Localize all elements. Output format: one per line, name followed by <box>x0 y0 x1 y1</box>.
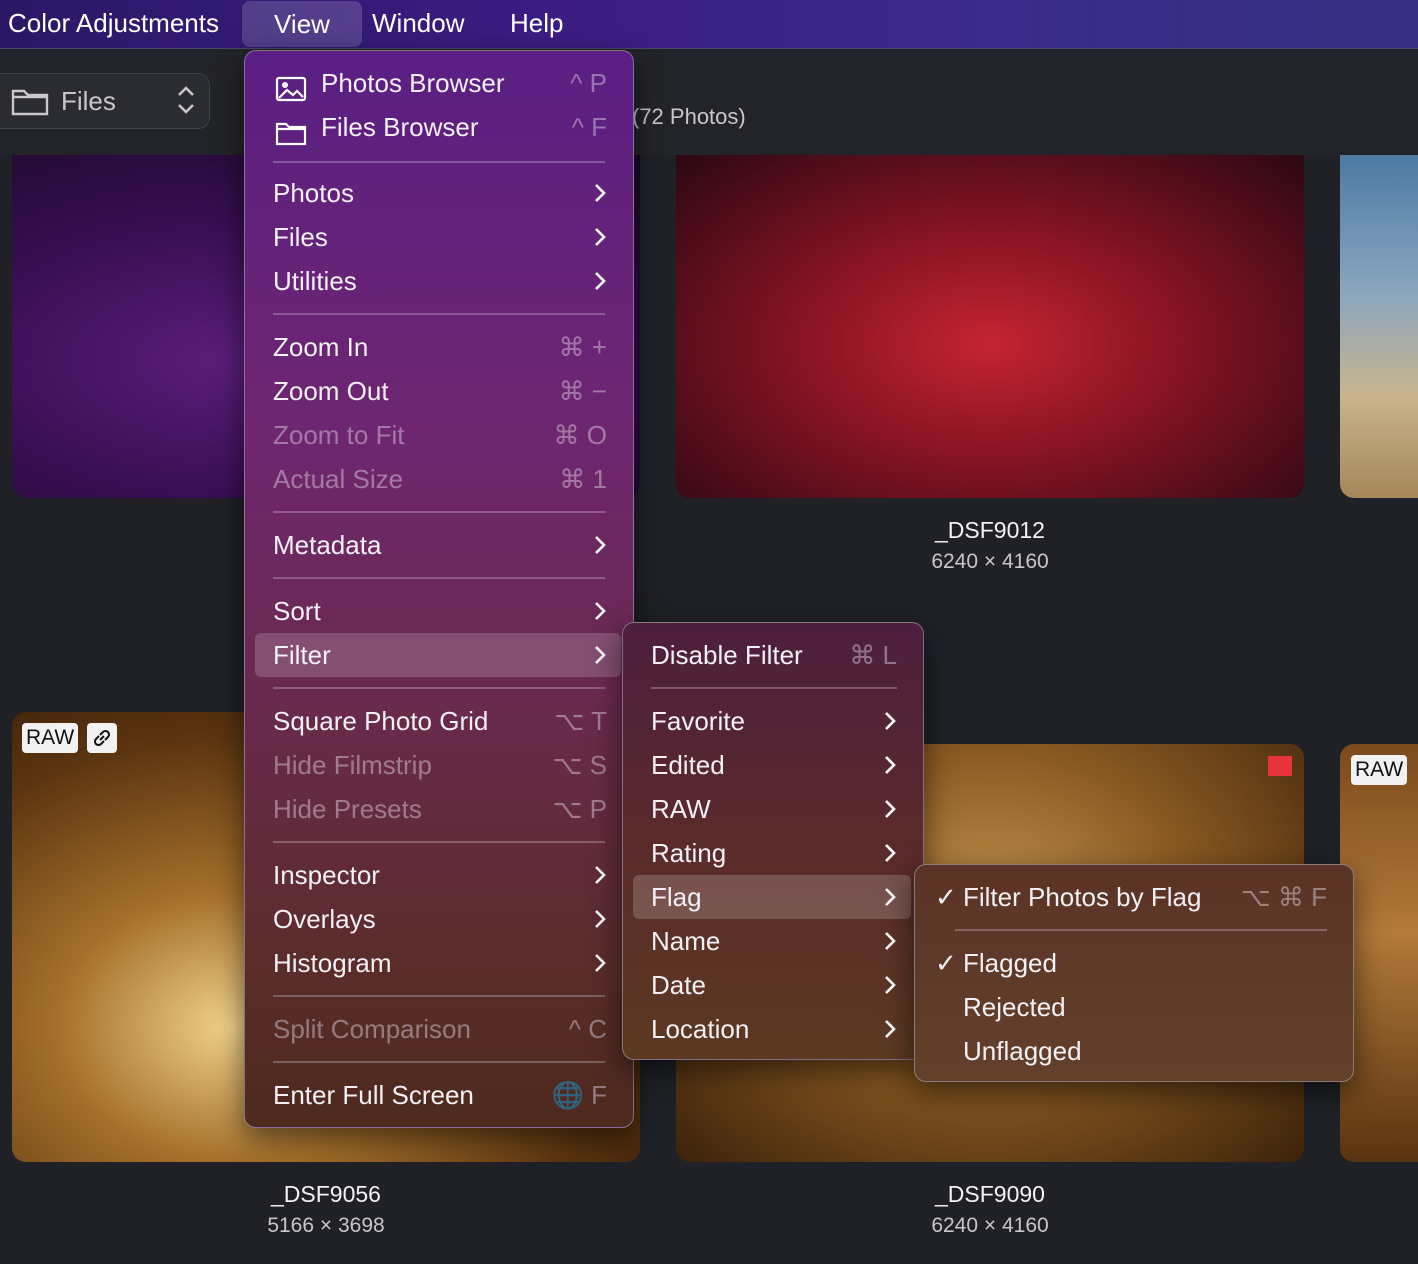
menu-separator <box>273 577 605 579</box>
menu-item-photos[interactable]: Photos <box>245 171 633 215</box>
photo-thumbnail[interactable] <box>676 155 1304 498</box>
photo-dimensions: 6240 × 4160 <box>931 1214 1049 1237</box>
raw-badge: RAW <box>1351 755 1408 785</box>
photo-name: _DSF9090 <box>935 1181 1045 1207</box>
photo-name: _DSF9012 <box>935 517 1045 543</box>
folder-icon <box>275 115 307 159</box>
menu-separator <box>273 1061 605 1063</box>
menu-item-zoom-in[interactable]: Zoom In ⌘ + <box>245 325 633 369</box>
files-popup-label: Files <box>61 86 116 116</box>
menu-separator <box>273 511 605 513</box>
menu-item-histogram[interactable]: Histogram <box>245 941 633 985</box>
menu-item-photos-browser[interactable]: Photos Browser ^ P <box>245 61 633 105</box>
menu-separator <box>273 313 605 315</box>
menu-separator <box>955 929 1327 931</box>
folder-icon <box>11 86 49 121</box>
toolbar: Files (72 Photos) <box>0 49 1418 155</box>
menu-item-disable-filter[interactable]: Disable Filter ⌘ L <box>623 633 923 677</box>
flag-submenu: ✓ Filter Photos by Flag ⌥ ⌘ F ✓ Flagged … <box>914 864 1354 1082</box>
menu-item-edited[interactable]: Edited <box>623 743 923 787</box>
menu-help[interactable]: Help <box>510 0 563 48</box>
menu-item-zoom-out[interactable]: Zoom Out ⌘ − <box>245 369 633 413</box>
menu-item-flagged[interactable]: ✓ Flagged <box>915 941 1353 985</box>
menu-color-adjustments[interactable]: Color Adjustments <box>8 0 219 48</box>
menu-item-inspector[interactable]: Inspector <box>245 853 633 897</box>
checkmark-icon: ✓ <box>935 948 957 978</box>
menu-item-files-browser[interactable]: Files Browser ^ F <box>245 105 633 149</box>
up-down-chevron-icon <box>177 84 195 121</box>
photo-thumbnail[interactable] <box>1340 155 1418 498</box>
menu-view[interactable]: View <box>242 1 362 47</box>
chevron-right-icon <box>593 633 607 690</box>
menu-item-rating[interactable]: Rating <box>623 831 923 875</box>
menu-item-files[interactable]: Files <box>245 215 633 259</box>
menu-item-hide-filmstrip: Hide Filmstrip ⌥ S <box>273 750 607 780</box>
menu-item-rejected[interactable]: Rejected <box>915 985 1353 1029</box>
menu-separator <box>273 995 605 997</box>
menu-separator <box>651 687 897 689</box>
menu-bar: Color Adjustments View Window Help <box>0 0 1418 49</box>
menu-item-utilities[interactable]: Utilities <box>245 259 633 303</box>
menu-item-split-comparison: Split Comparison ^ C <box>273 1014 607 1044</box>
chevron-right-icon <box>593 523 607 580</box>
raw-badge: RAW <box>22 723 79 753</box>
menu-item-raw[interactable]: RAW <box>623 787 923 831</box>
menu-separator <box>273 161 605 163</box>
menu-item-metadata[interactable]: Metadata <box>245 523 633 567</box>
view-menu: Photos Browser ^ P Files Browser ^ F Pho… <box>244 50 634 1128</box>
checkmark-icon: ✓ <box>935 882 957 912</box>
link-icon <box>87 723 117 753</box>
menu-item-overlays[interactable]: Overlays <box>245 897 633 941</box>
menu-item-location[interactable]: Location <box>623 1007 923 1051</box>
menu-item-square-photo-grid[interactable]: Square Photo Grid ⌥ T <box>245 699 633 743</box>
chevron-right-icon <box>593 259 607 316</box>
menu-item-filter-photos-by-flag[interactable]: ✓ Filter Photos by Flag ⌥ ⌘ F <box>915 875 1353 919</box>
menu-item-unflagged[interactable]: Unflagged <box>915 1029 1353 1073</box>
menu-item-favorite[interactable]: Favorite <box>623 699 923 743</box>
photo-dimensions: 6240 × 4160 <box>931 550 1049 573</box>
photo-dimensions: 5166 × 3698 <box>267 1214 385 1237</box>
red-flag-icon <box>1268 756 1292 776</box>
menu-item-zoom-to-fit: Zoom to Fit ⌘ O <box>273 420 607 450</box>
menu-item-hide-presets: Hide Presets ⌥ P <box>273 794 607 824</box>
menu-item-date[interactable]: Date <box>623 963 923 1007</box>
chevron-right-icon <box>883 1007 897 1064</box>
files-popup-button[interactable]: Files <box>0 73 210 129</box>
menu-item-sort[interactable]: Sort <box>245 589 633 633</box>
menu-separator <box>273 841 605 843</box>
menu-item-filter[interactable]: Filter <box>255 633 621 677</box>
menu-item-name[interactable]: Name <box>623 919 923 963</box>
menu-item-actual-size: Actual Size ⌘ 1 <box>273 464 607 494</box>
photo-count: (72 Photos) <box>632 104 746 129</box>
menu-window[interactable]: Window <box>372 0 464 48</box>
chevron-right-icon <box>593 941 607 998</box>
menu-separator <box>273 687 605 689</box>
menu-item-enter-full-screen[interactable]: Enter Full Screen 🌐 F <box>245 1073 633 1117</box>
photo-name: _DSF9056 <box>271 1181 381 1207</box>
menu-item-flag[interactable]: Flag <box>633 875 911 919</box>
filter-submenu: Disable Filter ⌘ L Favorite Edited RAW R… <box>622 622 924 1060</box>
